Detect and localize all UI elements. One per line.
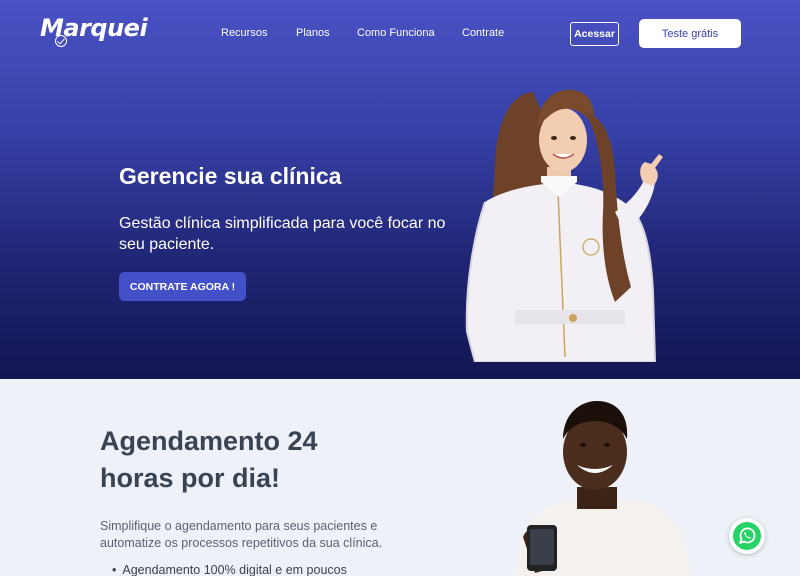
doctor-photo [465,89,663,362]
feature-list: Agendamento 100% digital e em poucos [112,563,346,576]
nav-item-recursos[interactable]: Recursos [221,27,267,39]
list-item: Agendamento 100% digital e em poucos [112,563,346,576]
patient-photo [515,401,691,576]
nav-item-planos[interactable]: Planos [296,27,330,39]
hero-title: Gerencie sua clínica [119,163,342,189]
contract-now-button[interactable]: CONTRATE AGORA ! [119,272,246,301]
login-button[interactable]: Acessar [570,22,619,46]
scheduling-title: Agendamento 24 horas por dia! [100,426,318,493]
check-circle-icon [55,35,67,47]
scheduling-section: Agendamento 24 horas por dia! Simplifiqu… [0,379,800,576]
nav-item-como-funciona[interactable]: Como Funciona [357,27,435,39]
nav-item-contrate[interactable]: Contrate [462,27,504,39]
whatsapp-button[interactable] [729,518,765,554]
whatsapp-icon [733,522,761,550]
free-trial-button[interactable]: Teste grátis [639,19,741,48]
hero-subtitle: Gestão clínica simplificada para você fo… [119,215,446,253]
hero-section: Marquei Recursos Planos Como Funciona Co… [0,0,800,379]
scheduling-description: Simplifique o agendamento para seus paci… [100,519,383,550]
